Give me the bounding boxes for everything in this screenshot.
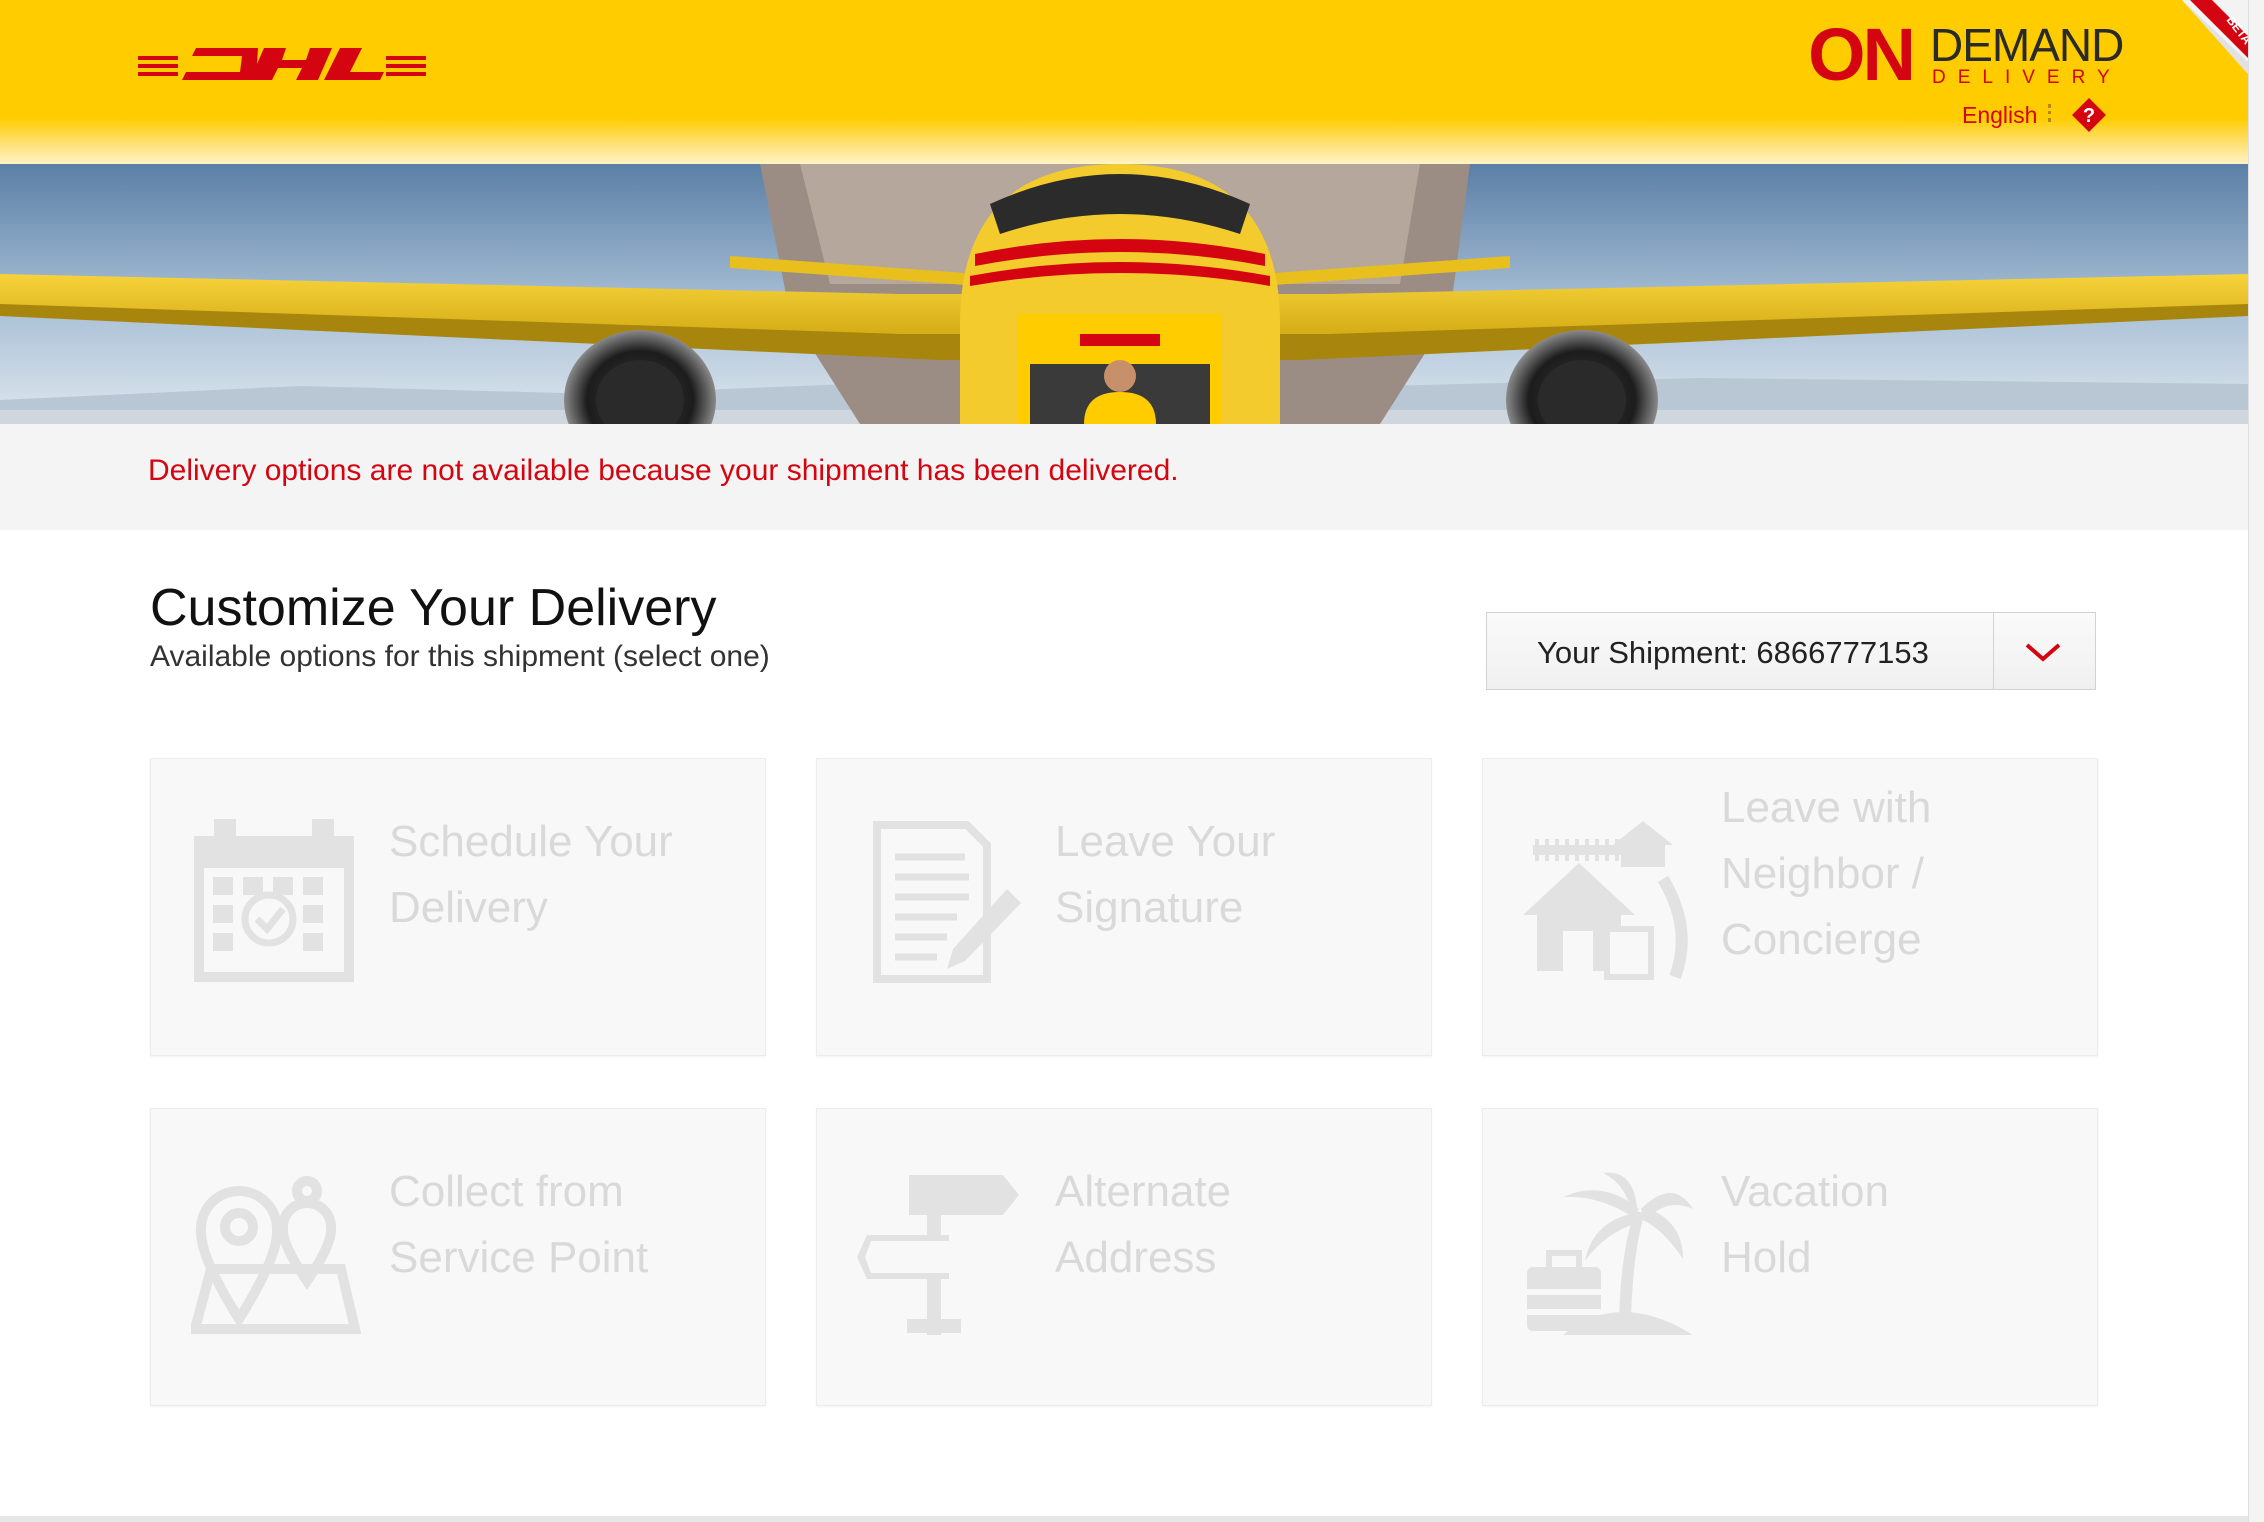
option-label: Leave Your Signature [1055, 817, 1276, 932]
page-title: Customize Your Delivery [150, 579, 717, 637]
on-demand-delivery-logo: ON DEMAND DELIVERY [1808, 13, 2124, 96]
palm-tree-suitcase-icon [1527, 1172, 1693, 1335]
notice-message: Delivery options are not available becau… [148, 454, 1179, 487]
hero-banner [0, 164, 2248, 424]
language-selector[interactable]: English [1962, 102, 2037, 129]
page-subtitle: Available options for this shipment (sel… [150, 640, 770, 673]
calendar-icon [194, 819, 354, 982]
help-symbol: ? [2083, 105, 2095, 127]
map-pin-icon [191, 1176, 361, 1334]
beta-ribbon: BETA [2182, 0, 2248, 74]
option-label: Vacation Hold [1721, 1167, 1889, 1282]
option-leave-with-neighbor[interactable]: Leave with Neighbor / Concierge [1482, 758, 2098, 1056]
option-schedule-delivery[interactable]: Schedule Your Delivery [150, 758, 766, 1056]
signature-document-icon [873, 821, 1021, 983]
chevron-down-icon[interactable] [2023, 635, 2063, 667]
option-label: Schedule Your Delivery [389, 817, 673, 932]
option-label: Collect from Service Point [389, 1167, 649, 1282]
option-collect-service-point[interactable]: Collect from Service Point [150, 1108, 766, 1406]
option-label: Leave with Neighbor / Concierge [1721, 783, 1932, 964]
language-divider [2048, 104, 2053, 122]
neighbor-house-icon [1523, 821, 1688, 980]
option-leave-signature[interactable]: Leave Your Signature [816, 758, 1432, 1056]
brand-delivery: DELIVERY [1932, 67, 2122, 88]
delivered-notice: Delivery options are not available becau… [0, 424, 2248, 530]
shipment-dropdown-label: Your Shipment: 6866777153 [1537, 635, 1929, 670]
window-edge [2248, 0, 2264, 1522]
site-header: ON DEMAND DELIVERY English ? BETA [0, 0, 2248, 164]
brand-on: ON [1808, 13, 1916, 96]
signpost-icon [857, 1175, 1019, 1335]
airplane-hero-image [0, 164, 2248, 424]
shipment-dropdown[interactable]: Your Shipment: 6866777153 [1486, 612, 2096, 690]
option-alternate-address[interactable]: Alternate Address [816, 1108, 1432, 1406]
dropdown-divider [1993, 613, 1994, 689]
brand-demand: DEMAND [1930, 19, 2124, 71]
option-vacation-hold[interactable]: Vacation Hold [1482, 1108, 2098, 1406]
option-label: Alternate Address [1055, 1167, 1232, 1282]
dhl-logo[interactable] [138, 42, 426, 86]
page-bottom-border [0, 1516, 2248, 1522]
help-icon[interactable]: ? [2070, 96, 2108, 134]
